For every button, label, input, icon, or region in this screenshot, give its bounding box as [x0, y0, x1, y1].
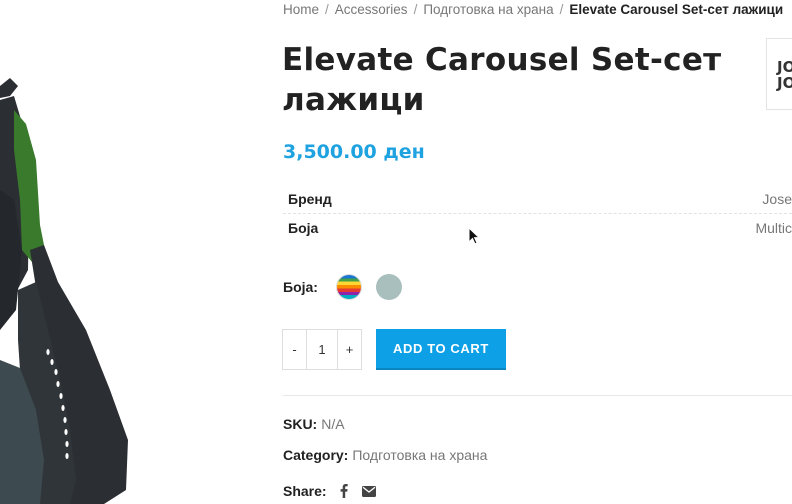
- breadcrumb-separator: /: [325, 2, 329, 17]
- breadcrumb-accessories[interactable]: Accessories: [335, 2, 408, 17]
- breadcrumb-separator: /: [413, 2, 418, 17]
- attribute-key: Бренд: [288, 191, 332, 207]
- breadcrumb-separator: /: [559, 2, 564, 17]
- add-to-cart-button[interactable]: ADD TO CART: [376, 329, 506, 370]
- color-picker-label: Боја:: [283, 279, 318, 295]
- category-label: Category:: [283, 447, 349, 463]
- sku-label: SKU:: [283, 416, 318, 432]
- attribute-row-brand: Бренд Jose: [283, 185, 792, 214]
- category-link[interactable]: Подготовка на храна: [352, 447, 487, 463]
- breadcrumb-food-prep[interactable]: Подготовка на храна: [423, 2, 553, 17]
- attribute-value: Multic: [755, 220, 792, 236]
- brand-logo[interactable]: JO JO: [766, 38, 792, 110]
- sku-value: N/A: [321, 416, 345, 432]
- color-swatch-multicolor[interactable]: [336, 274, 362, 300]
- quantity-decrease-button[interactable]: -: [283, 330, 306, 369]
- product-image[interactable]: [0, 0, 250, 504]
- share-label: Share:: [283, 483, 327, 499]
- brand-logo-text-line-2: JO: [777, 74, 792, 92]
- share-row: Share:: [283, 483, 377, 501]
- product-price: 3,500.00 ден: [283, 141, 425, 163]
- mouse-cursor-icon: [468, 226, 481, 250]
- breadcrumb: Home / Accessories / Подготовка на храна / Ele…: [283, 2, 783, 17]
- color-swatch-sage[interactable]: [376, 274, 402, 300]
- quantity-input[interactable]: 1: [306, 330, 338, 369]
- attribute-value: Jose: [762, 191, 792, 207]
- brand-logo-text-line-1: JO: [777, 58, 792, 76]
- utensil-set-illustration: [0, 78, 128, 504]
- facebook-icon[interactable]: [340, 483, 349, 501]
- divider: [283, 395, 792, 396]
- breadcrumb-current: Elevate Carousel Set-сет лажици: [569, 2, 784, 17]
- breadcrumb-home[interactable]: Home: [283, 2, 319, 17]
- quantity-increase-button[interactable]: +: [338, 330, 361, 369]
- attribute-key: Боја: [288, 220, 319, 236]
- quantity-stepper: - 1 +: [282, 329, 362, 370]
- category-row: Category: Подготовка на храна: [283, 447, 487, 463]
- sku-row: SKU: N/A: [283, 416, 345, 432]
- envelope-icon[interactable]: [362, 484, 377, 500]
- product-title: Elevate Carousel Set-сет лажици: [282, 42, 722, 118]
- attribute-row-color: Боја Multic: [283, 214, 792, 243]
- attributes-table: Бренд Jose Боја Multic: [283, 185, 792, 243]
